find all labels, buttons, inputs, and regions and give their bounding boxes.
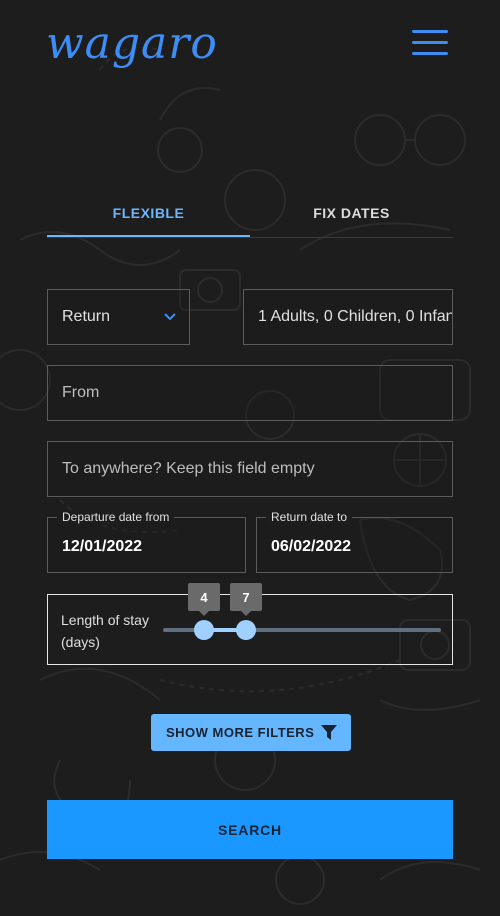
passengers-field[interactable]: 1 Adults, 0 Children, 0 Infants	[243, 289, 453, 345]
show-more-filters-button[interactable]: SHOW MORE FILTERS	[151, 714, 351, 751]
search-button-label: SEARCH	[218, 821, 282, 838]
funnel-filter-icon	[321, 725, 337, 740]
stay-min-value-badge: 4	[188, 583, 220, 616]
stay-slider-min-thumb[interactable]	[194, 620, 214, 640]
return-date-label: Return date to	[266, 510, 353, 524]
stay-slider-max-thumb[interactable]	[236, 620, 256, 640]
trip-type-select[interactable]: Return	[47, 289, 190, 345]
search-button[interactable]: SEARCH	[47, 800, 453, 859]
to-placeholder: To anywhere? Keep this field empty	[62, 460, 315, 477]
departure-date-label: Departure date from	[57, 510, 175, 524]
search-mode-tabs: FLEXIBLE FIX DATES	[47, 190, 453, 238]
trip-type-value: Return	[62, 308, 111, 325]
chevron-down-icon	[164, 313, 176, 321]
return-date-field[interactable]: Return date to 06/02/2022	[256, 510, 453, 573]
length-of-stay-label: Length of stay (days)	[61, 612, 149, 650]
departure-date-field[interactable]: Departure date from 12/01/2022	[47, 510, 246, 573]
show-more-filters-label: SHOW MORE FILTERS	[166, 725, 315, 740]
from-placeholder: From	[62, 384, 100, 401]
passengers-value: 1 Adults, 0 Children, 0 Infants	[258, 308, 452, 325]
departure-date-value: 12/01/2022	[62, 538, 143, 555]
tab-fix-dates[interactable]: FIX DATES	[250, 190, 453, 236]
tab-flexible[interactable]: FLEXIBLE	[47, 190, 250, 236]
stay-max-value-badge: 7	[230, 583, 262, 616]
active-tab-indicator	[47, 235, 250, 237]
return-date-value: 06/02/2022	[271, 538, 352, 555]
hamburger-menu-button[interactable]	[412, 30, 448, 58]
hamburger-menu-icon	[412, 30, 448, 33]
from-field[interactable]: From	[47, 365, 453, 421]
length-of-stay-field: Length of stay (days) 4 7	[47, 583, 453, 665]
to-field[interactable]: To anywhere? Keep this field empty	[47, 441, 453, 497]
brand-logo[interactable]: wagaro	[46, 18, 218, 69]
